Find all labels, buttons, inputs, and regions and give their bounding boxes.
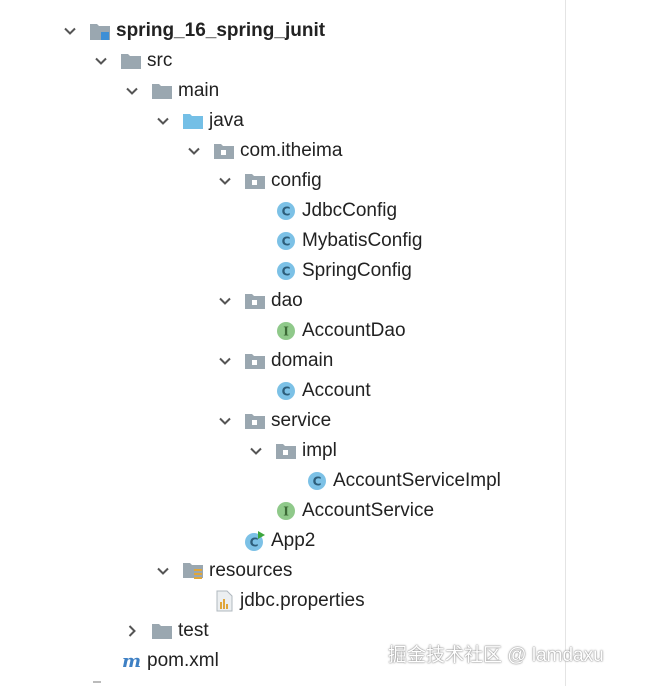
svg-text:C: C — [282, 235, 291, 249]
tree-item-label: config — [271, 170, 322, 191]
runnable-class-icon: C — [243, 529, 267, 553]
tree-item-account[interactable]: C Account — [244, 377, 371, 405]
tree-item-label: AccountServiceImpl — [333, 470, 501, 491]
tree-item-label: domain — [271, 350, 334, 371]
chevron-down-icon[interactable] — [213, 169, 237, 193]
tree-item-label: src — [147, 50, 173, 71]
chevron-down-icon[interactable] — [58, 19, 82, 43]
tree-item-label: AccountDao — [302, 320, 406, 341]
tree-item-label: App2 — [271, 530, 316, 551]
tree-item-label: com.itheima — [240, 140, 343, 161]
tree-item-mybatisconfig[interactable]: C MybatisConfig — [244, 227, 422, 255]
interface-icon: I — [274, 499, 298, 523]
tree-item-dao[interactable]: dao — [213, 287, 303, 315]
panel-divider — [565, 0, 566, 686]
svg-text:C: C — [282, 205, 291, 219]
tree-item-java[interactable]: java — [151, 107, 244, 135]
chevron-down-icon[interactable] — [213, 289, 237, 313]
folder-icon — [119, 49, 143, 73]
tree-item-label: main — [178, 80, 220, 101]
chevron-right-icon[interactable] — [120, 619, 144, 643]
class-icon: C — [274, 379, 298, 403]
tree-item-label: JdbcConfig — [302, 200, 398, 221]
tree-item-label: spring_16_spring_junit — [116, 20, 326, 41]
tree-item-accountdao[interactable]: I AccountDao — [244, 317, 406, 345]
chevron-down-icon[interactable] — [151, 559, 175, 583]
chevron-down-icon[interactable] — [89, 49, 113, 73]
tree-item-label: jdbc.properties — [240, 590, 365, 611]
package-icon — [243, 289, 267, 313]
properties-file-icon — [212, 589, 236, 613]
tree-item-com-itheima[interactable]: com.itheima — [182, 137, 342, 165]
tree-item-spring-16-spring-junit[interactable]: spring_16_spring_junit — [58, 17, 325, 45]
tree-item-label: MybatisConfig — [302, 230, 423, 251]
tree-item-jdbcconfig[interactable]: C JdbcConfig — [244, 197, 397, 225]
tree-item-src[interactable]: src — [89, 47, 172, 75]
svg-text:C: C — [282, 385, 291, 399]
class-icon: C — [274, 199, 298, 223]
chevron-down-icon[interactable] — [182, 139, 206, 163]
watermark: 掘金技术社区 @ lamdaxu — [388, 645, 604, 666]
tree-item-pom-xml[interactable]: m pom.xml — [89, 647, 219, 675]
tree-item-label: java — [209, 110, 244, 131]
tree-item-accountservice[interactable]: I AccountService — [244, 497, 434, 525]
svg-text:C: C — [313, 475, 322, 489]
tree-item-label: impl — [302, 440, 337, 461]
tree-item-label: test — [178, 620, 209, 641]
chevron-down-icon[interactable] — [244, 439, 268, 463]
tree-item-label: resources — [209, 560, 293, 581]
scroll-indicator — [93, 681, 101, 683]
tree-item-jdbc-properties[interactable]: jdbc.properties — [182, 587, 365, 615]
tree-item-springconfig[interactable]: C SpringConfig — [244, 257, 412, 285]
tree-item-resources[interactable]: resources — [151, 557, 292, 585]
tree-item-domain[interactable]: domain — [213, 347, 333, 375]
tree-item-service[interactable]: service — [213, 407, 331, 435]
folder-icon — [150, 619, 174, 643]
chevron-down-icon[interactable] — [120, 79, 144, 103]
tree-item-config[interactable]: config — [213, 167, 322, 195]
maven-icon: m — [119, 649, 143, 673]
package-icon — [243, 409, 267, 433]
tree-item-label: service — [271, 410, 332, 431]
package-icon — [212, 139, 236, 163]
tree-item-label: AccountService — [302, 500, 435, 521]
tree-item-impl[interactable]: impl — [244, 437, 337, 465]
svg-text:I: I — [283, 325, 289, 339]
tree-item-label: dao — [271, 290, 303, 311]
svg-text:I: I — [283, 505, 289, 519]
tree-item-main[interactable]: main — [120, 77, 219, 105]
tree-item-app2[interactable]: C App2 — [213, 527, 315, 555]
class-icon: C — [305, 469, 329, 493]
resources-folder-icon — [181, 559, 205, 583]
tree-item-label: SpringConfig — [302, 260, 412, 281]
svg-text:C: C — [250, 536, 259, 550]
tree-item-label: pom.xml — [147, 650, 219, 671]
tree-item-accountserviceimpl[interactable]: C AccountServiceImpl — [275, 467, 501, 495]
source-folder-icon — [181, 109, 205, 133]
module-folder-icon — [88, 19, 112, 43]
package-icon — [243, 169, 267, 193]
chevron-down-icon[interactable] — [213, 409, 237, 433]
svg-text:C: C — [282, 265, 291, 279]
tree-item-label: Account — [302, 380, 371, 401]
folder-icon — [150, 79, 174, 103]
project-tree[interactable]: spring_16_spring_junitsrc main java com.ith… — [0, 0, 565, 686]
chevron-down-icon[interactable] — [213, 349, 237, 373]
package-icon — [274, 439, 298, 463]
svg-text:m: m — [122, 651, 141, 671]
class-icon: C — [274, 259, 298, 283]
chevron-down-icon[interactable] — [151, 109, 175, 133]
package-icon — [243, 349, 267, 373]
class-icon: C — [274, 229, 298, 253]
interface-icon: I — [274, 319, 298, 343]
tree-item-test[interactable]: test — [120, 617, 209, 645]
